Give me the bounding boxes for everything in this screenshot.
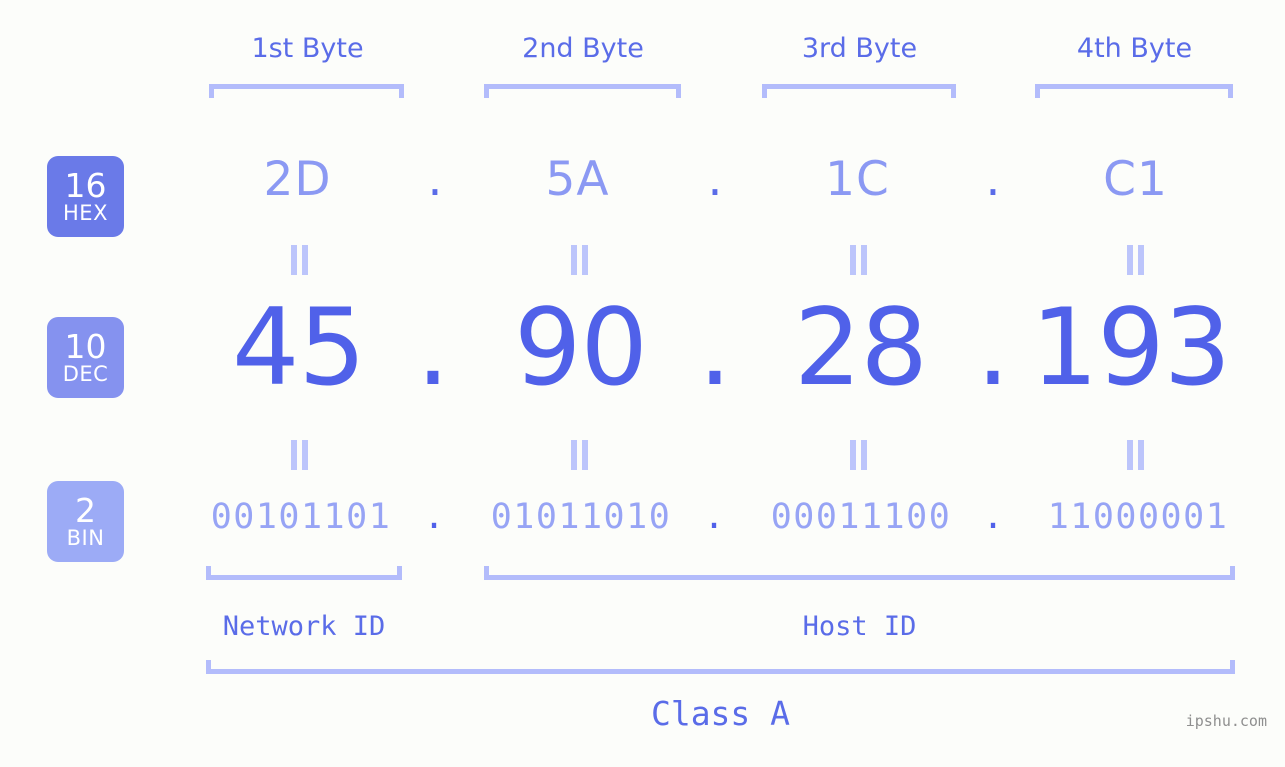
dec-value-2: 90 [514, 286, 648, 409]
base-badge-bin-name: BIN [66, 526, 105, 550]
host-id-bracket [484, 566, 1235, 580]
bin-value-3: 00011100 [770, 497, 952, 537]
ip-byte-breakdown-diagram: 1st Byte 2nd Byte 3rd Byte 4th Byte 16 H… [0, 0, 1285, 767]
equality-connector-dec-bin-4 [1125, 440, 1147, 470]
base-badge-dec: 10 DEC [47, 317, 124, 398]
byte-bracket-3 [762, 84, 956, 98]
base-badge-bin-number: 2 [75, 491, 96, 530]
equality-connector-dec-bin-2 [569, 440, 591, 470]
site-watermark: ipshu.com [1185, 712, 1267, 730]
base-badge-hex: 16 HEX [47, 156, 124, 237]
bin-separator-2: . [703, 497, 725, 537]
network-id-label: Network ID [222, 611, 386, 642]
byte-header-2: 2nd Byte [522, 33, 644, 64]
equality-connector-hex-dec-3 [848, 245, 870, 275]
hex-separator-2: . [707, 152, 723, 207]
equality-connector-dec-bin-1 [289, 440, 311, 470]
equality-connector-dec-bin-3 [848, 440, 870, 470]
class-bracket [206, 660, 1235, 674]
bin-value-4: 11000001 [1047, 497, 1229, 537]
dec-separator-2: . [698, 286, 732, 409]
base-badge-bin: 2 BIN [47, 481, 124, 562]
byte-bracket-1 [209, 84, 404, 98]
hex-value-1: 2D [263, 152, 332, 207]
byte-header-1: 1st Byte [251, 33, 364, 64]
network-id-bracket [206, 566, 402, 580]
base-badge-hex-number: 16 [64, 166, 107, 205]
hex-value-3: 1C [825, 152, 890, 207]
byte-header-4: 4th Byte [1076, 33, 1193, 64]
bin-separator-3: . [982, 497, 1004, 537]
dec-separator-3: . [976, 286, 1010, 409]
equality-connector-hex-dec-2 [569, 245, 591, 275]
byte-header-3: 3rd Byte [801, 33, 918, 64]
hex-value-4: C1 [1103, 152, 1168, 207]
bin-value-1: 00101101 [210, 497, 392, 537]
dec-value-1: 45 [232, 286, 366, 409]
hex-separator-1: . [427, 152, 443, 207]
equality-connector-hex-dec-4 [1125, 245, 1147, 275]
base-badge-dec-name: DEC [62, 362, 109, 386]
dec-value-3: 28 [794, 286, 928, 409]
host-id-label: Host ID [802, 611, 917, 642]
hex-value-2: 5A [545, 152, 610, 207]
class-label: Class A [650, 694, 791, 733]
dec-value-4: 193 [1030, 286, 1231, 409]
bin-value-2: 01011010 [490, 497, 672, 537]
byte-bracket-4 [1035, 84, 1233, 98]
byte-bracket-2 [484, 84, 681, 98]
dec-separator-1: . [416, 286, 450, 409]
hex-separator-3: . [985, 152, 1001, 207]
bin-separator-1: . [423, 497, 445, 537]
equality-connector-hex-dec-1 [289, 245, 311, 275]
base-badge-hex-name: HEX [63, 201, 108, 225]
base-badge-dec-number: 10 [64, 327, 107, 366]
